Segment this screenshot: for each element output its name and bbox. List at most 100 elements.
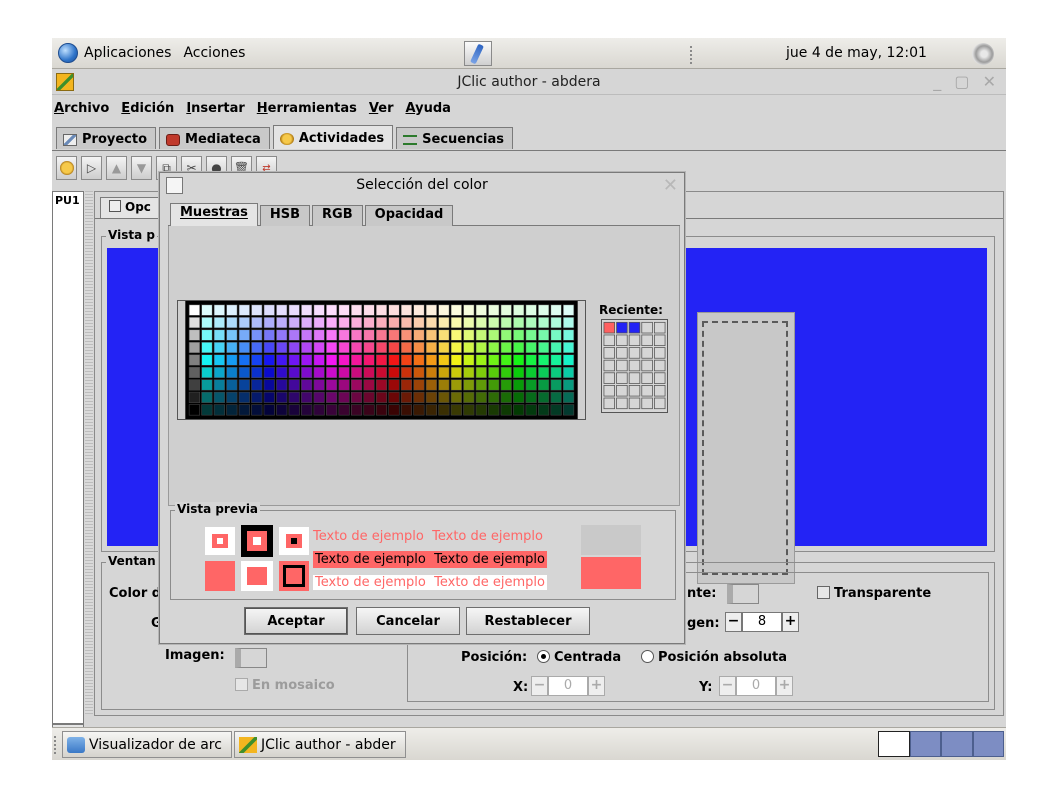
color-swatch[interactable] [538, 379, 550, 391]
color-swatch[interactable] [226, 317, 238, 329]
color-swatch[interactable] [450, 341, 462, 354]
color-swatch[interactable] [301, 317, 313, 329]
color-swatch[interactable] [201, 304, 213, 316]
color-swatch[interactable] [313, 304, 325, 316]
color-swatch[interactable] [400, 404, 413, 416]
recent-color-swatch[interactable] [603, 359, 615, 372]
color-swatch[interactable] [226, 404, 238, 416]
color-swatch[interactable] [338, 304, 350, 316]
color-swatch[interactable] [425, 304, 437, 316]
color-swatch[interactable] [326, 379, 338, 391]
color-swatch[interactable] [500, 391, 512, 403]
color-swatch[interactable] [226, 329, 238, 341]
color-swatch[interactable] [238, 391, 250, 403]
recent-color-swatch[interactable] [654, 397, 666, 410]
tab-opacidad[interactable]: Opacidad [364, 205, 454, 226]
color-swatch[interactable] [563, 341, 575, 354]
color-swatch[interactable] [201, 341, 213, 354]
color-swatch[interactable] [438, 404, 450, 416]
color-swatch[interactable] [438, 391, 450, 403]
color-swatch[interactable] [313, 341, 325, 354]
color-swatch[interactable] [538, 304, 550, 316]
color-swatch[interactable] [263, 341, 275, 354]
color-swatch[interactable] [488, 304, 500, 316]
color-swatch[interactable] [438, 317, 450, 329]
color-swatch[interactable] [538, 366, 550, 379]
color-swatch[interactable] [488, 379, 500, 391]
color-swatch[interactable] [326, 341, 338, 354]
color-swatch[interactable] [188, 317, 200, 329]
color-swatch[interactable] [463, 304, 475, 316]
x-increment[interactable]: + [588, 676, 605, 696]
color-swatch[interactable] [413, 354, 425, 366]
color-swatch[interactable] [475, 341, 487, 354]
color-swatch[interactable] [475, 366, 487, 379]
color-swatch[interactable] [363, 366, 375, 379]
color-swatch[interactable] [413, 404, 425, 416]
color-swatch[interactable] [400, 304, 413, 316]
recent-color-swatch[interactable] [654, 321, 666, 334]
color-swatch[interactable] [263, 404, 275, 416]
color-swatch[interactable] [213, 354, 225, 366]
color-swatch[interactable] [326, 354, 338, 366]
color-swatch[interactable] [276, 304, 288, 316]
color-swatch[interactable] [338, 354, 350, 366]
color-swatch[interactable] [213, 304, 225, 316]
recent-color-swatch[interactable] [616, 359, 628, 372]
color-swatch[interactable] [350, 366, 363, 379]
tab-muestras[interactable]: Muestras [170, 203, 258, 226]
color-swatch[interactable] [251, 404, 263, 416]
color-swatch[interactable] [276, 354, 288, 366]
color-swatch[interactable] [538, 404, 550, 416]
color-swatch[interactable] [488, 341, 500, 354]
color-swatch[interactable] [276, 391, 288, 403]
recent-color-swatch[interactable] [616, 334, 628, 347]
y-stepper[interactable]: − 0 + [719, 676, 793, 696]
color-swatch[interactable] [363, 379, 375, 391]
color-swatch[interactable] [288, 317, 300, 329]
color-swatch[interactable] [500, 404, 512, 416]
panel-splitter[interactable] [85, 191, 93, 714]
color-swatch[interactable] [438, 379, 450, 391]
color-swatch[interactable] [500, 354, 512, 366]
color-swatch[interactable] [550, 304, 562, 316]
color-swatch[interactable] [288, 354, 300, 366]
color-swatch[interactable] [500, 304, 512, 316]
cancel-button[interactable]: Cancelar [356, 607, 460, 635]
color-swatch[interactable] [263, 329, 275, 341]
color-swatch[interactable] [438, 304, 450, 316]
color-swatch[interactable] [413, 391, 425, 403]
recent-color-swatch[interactable] [641, 334, 653, 347]
recent-color-swatch[interactable] [603, 385, 615, 397]
color-swatch[interactable] [563, 354, 575, 366]
panel-handle[interactable] [690, 46, 694, 64]
color-swatch[interactable] [463, 354, 475, 366]
color-swatch[interactable] [463, 404, 475, 416]
color-swatch[interactable] [301, 379, 313, 391]
color-swatch[interactable] [463, 379, 475, 391]
tile-checkbox[interactable]: En mosaico [235, 678, 335, 693]
recent-color-swatch[interactable] [628, 372, 641, 384]
color-swatch[interactable] [488, 329, 500, 341]
color-swatch[interactable] [251, 379, 263, 391]
swatch-grid[interactable] [177, 300, 586, 420]
recent-color-swatch[interactable] [603, 397, 615, 410]
color-swatch[interactable] [350, 304, 363, 316]
color-swatch[interactable] [188, 304, 200, 316]
color-swatch[interactable] [513, 304, 525, 316]
color-swatch[interactable] [301, 354, 313, 366]
color-swatch[interactable] [375, 404, 388, 416]
color-swatch[interactable] [288, 341, 300, 354]
color-swatch[interactable] [363, 341, 375, 354]
color-swatch[interactable] [276, 366, 288, 379]
recent-color-swatch[interactable] [616, 321, 628, 334]
recent-color-swatch[interactable] [654, 359, 666, 372]
color-swatch[interactable] [326, 304, 338, 316]
recent-color-swatch[interactable] [628, 359, 641, 372]
y-increment[interactable]: + [776, 676, 793, 696]
color-swatch[interactable] [363, 329, 375, 341]
test-activity-button[interactable]: ▷ [81, 156, 102, 180]
color-swatch[interactable] [375, 304, 388, 316]
text-editor-launcher[interactable] [464, 41, 492, 66]
color-swatch[interactable] [450, 391, 462, 403]
